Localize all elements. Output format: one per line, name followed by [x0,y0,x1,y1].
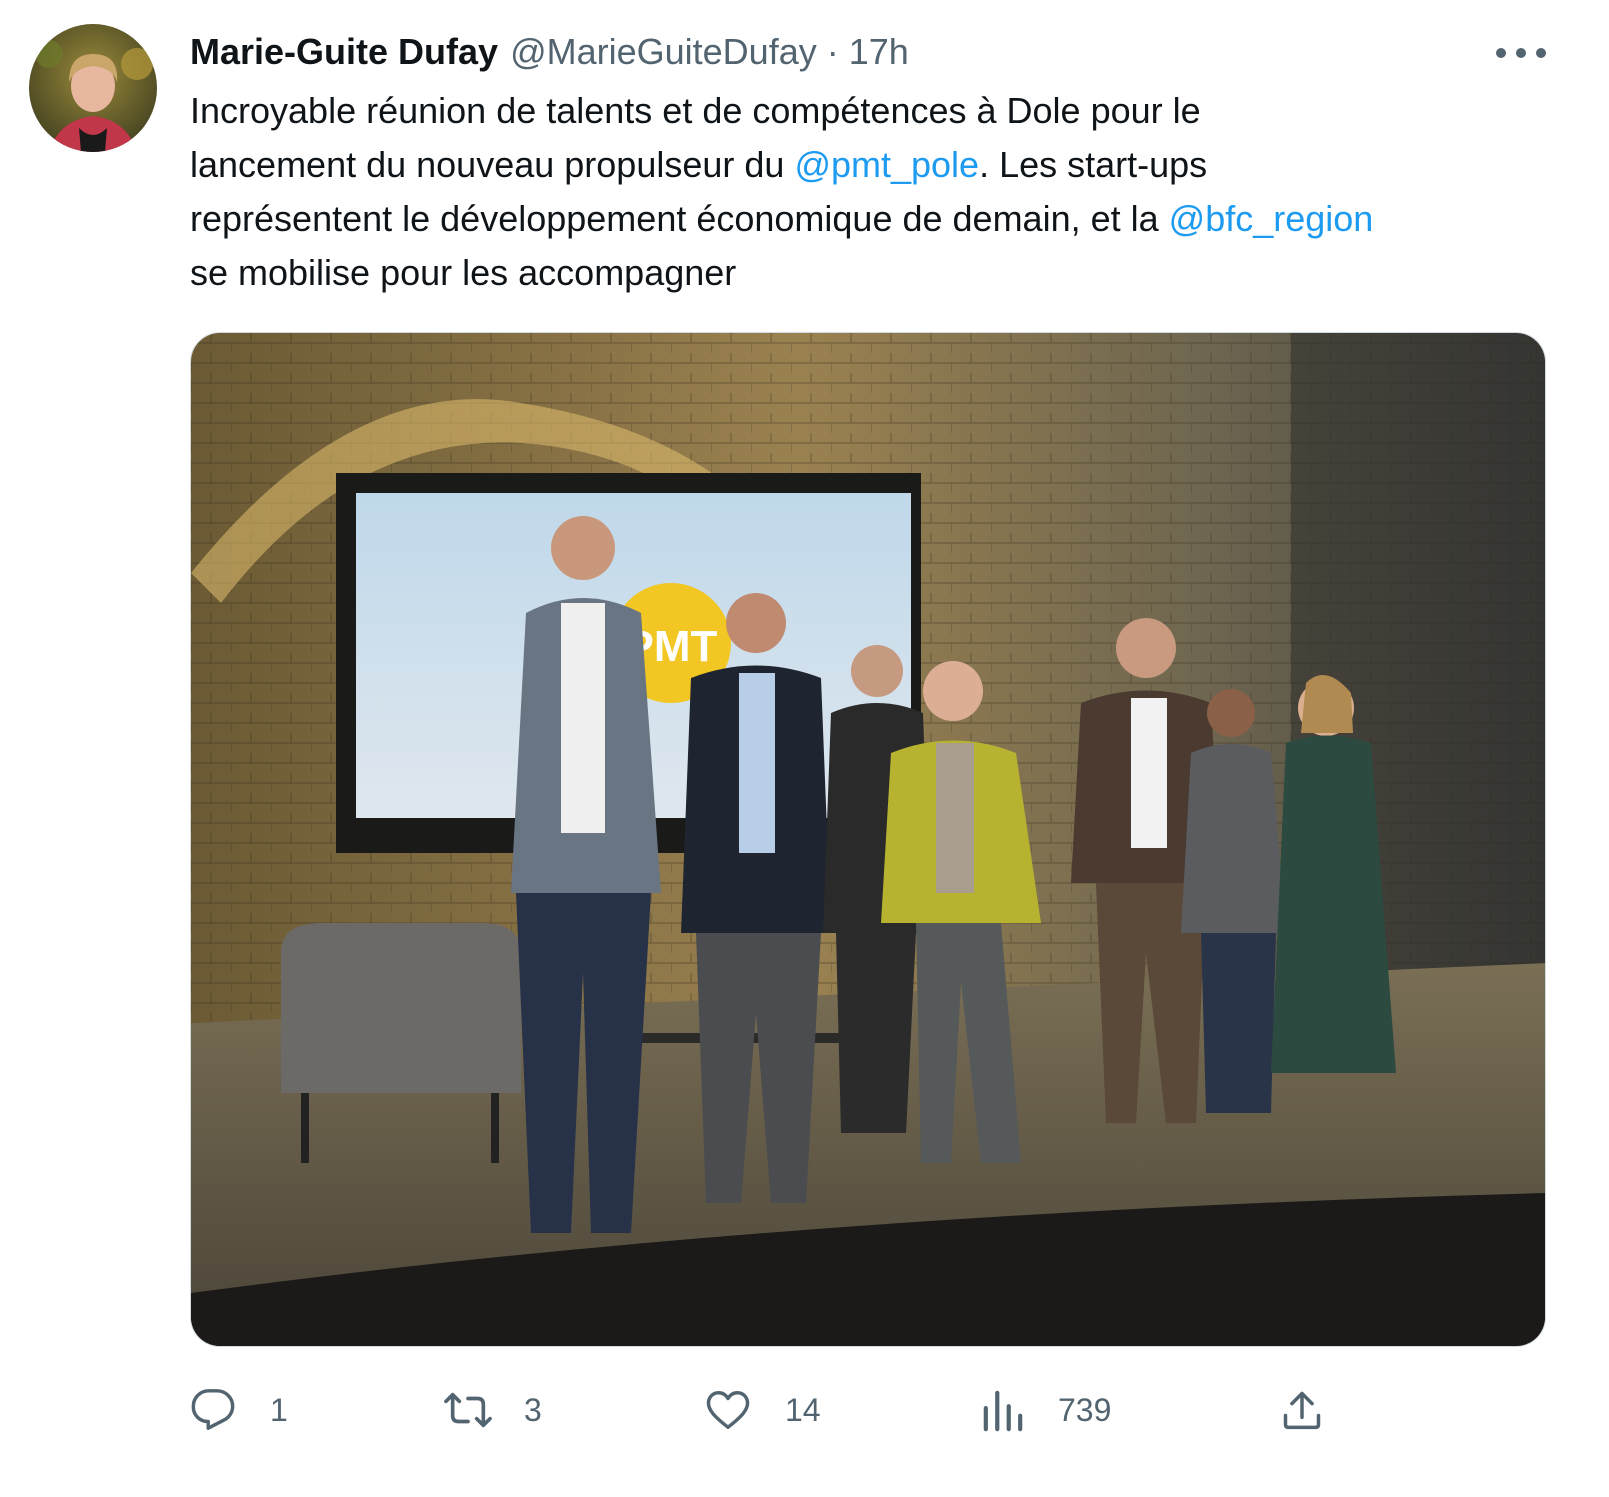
tweet-photo[interactable]: PMT [190,332,1546,1347]
retweet-icon [442,1387,494,1433]
reply-count: 1 [270,1391,288,1428]
views-icon [982,1387,1024,1433]
text-segment: se mobilise pour les accompagner [190,252,737,293]
retweet-button[interactable]: 3 [442,1378,542,1442]
author-handle[interactable]: @MarieGuiteDufay [510,31,817,73]
more-options-icon[interactable] [1496,36,1546,70]
share-icon [1280,1387,1324,1433]
tweet-text: Incroyable réunion de talents et de comp… [190,84,1570,300]
like-button[interactable]: 14 [705,1378,821,1442]
separator: · [826,31,839,72]
timestamp[interactable]: 17h [849,31,909,73]
mention-link[interactable]: @bfc_region [1169,198,1374,239]
tweet-actions: 1 3 14 739 [0,1378,1609,1442]
text-segment: Incroyable réunion de talents et de comp… [190,90,1201,131]
mention-link[interactable]: @pmt_pole [794,144,979,185]
reply-button[interactable]: 1 [190,1378,288,1442]
text-segment: . Les start-ups [979,144,1208,185]
share-button[interactable] [1280,1378,1324,1442]
tweet-text-line: lancement du nouveau propulseur du @pmt_… [190,138,1570,192]
avatar[interactable] [29,24,157,152]
tweet[interactable]: Marie-Guite Dufay @MarieGuiteDufay · 17h… [0,0,1609,1497]
text-segment: représentent le développement économique… [190,198,1169,239]
more-dot [1496,48,1506,58]
more-dot [1536,48,1546,58]
author-name[interactable]: Marie-Guite Dufay [190,31,498,73]
tweet-text-line: représentent le développement économique… [190,192,1570,246]
views-button[interactable]: 739 [982,1378,1111,1442]
heart-icon [705,1387,751,1433]
views-count: 739 [1058,1391,1112,1428]
like-count: 14 [785,1391,821,1428]
retweet-count: 3 [524,1391,542,1428]
text-segment: lancement du nouveau propulseur du [190,144,795,185]
more-dot [1516,48,1526,58]
tweet-header: Marie-Guite Dufay @MarieGuiteDufay · 17h [190,26,909,78]
tweet-text-line: Incroyable réunion de talents et de comp… [190,84,1570,138]
reply-icon [190,1387,236,1433]
tweet-text-line: se mobilise pour les accompagner [190,246,1570,300]
